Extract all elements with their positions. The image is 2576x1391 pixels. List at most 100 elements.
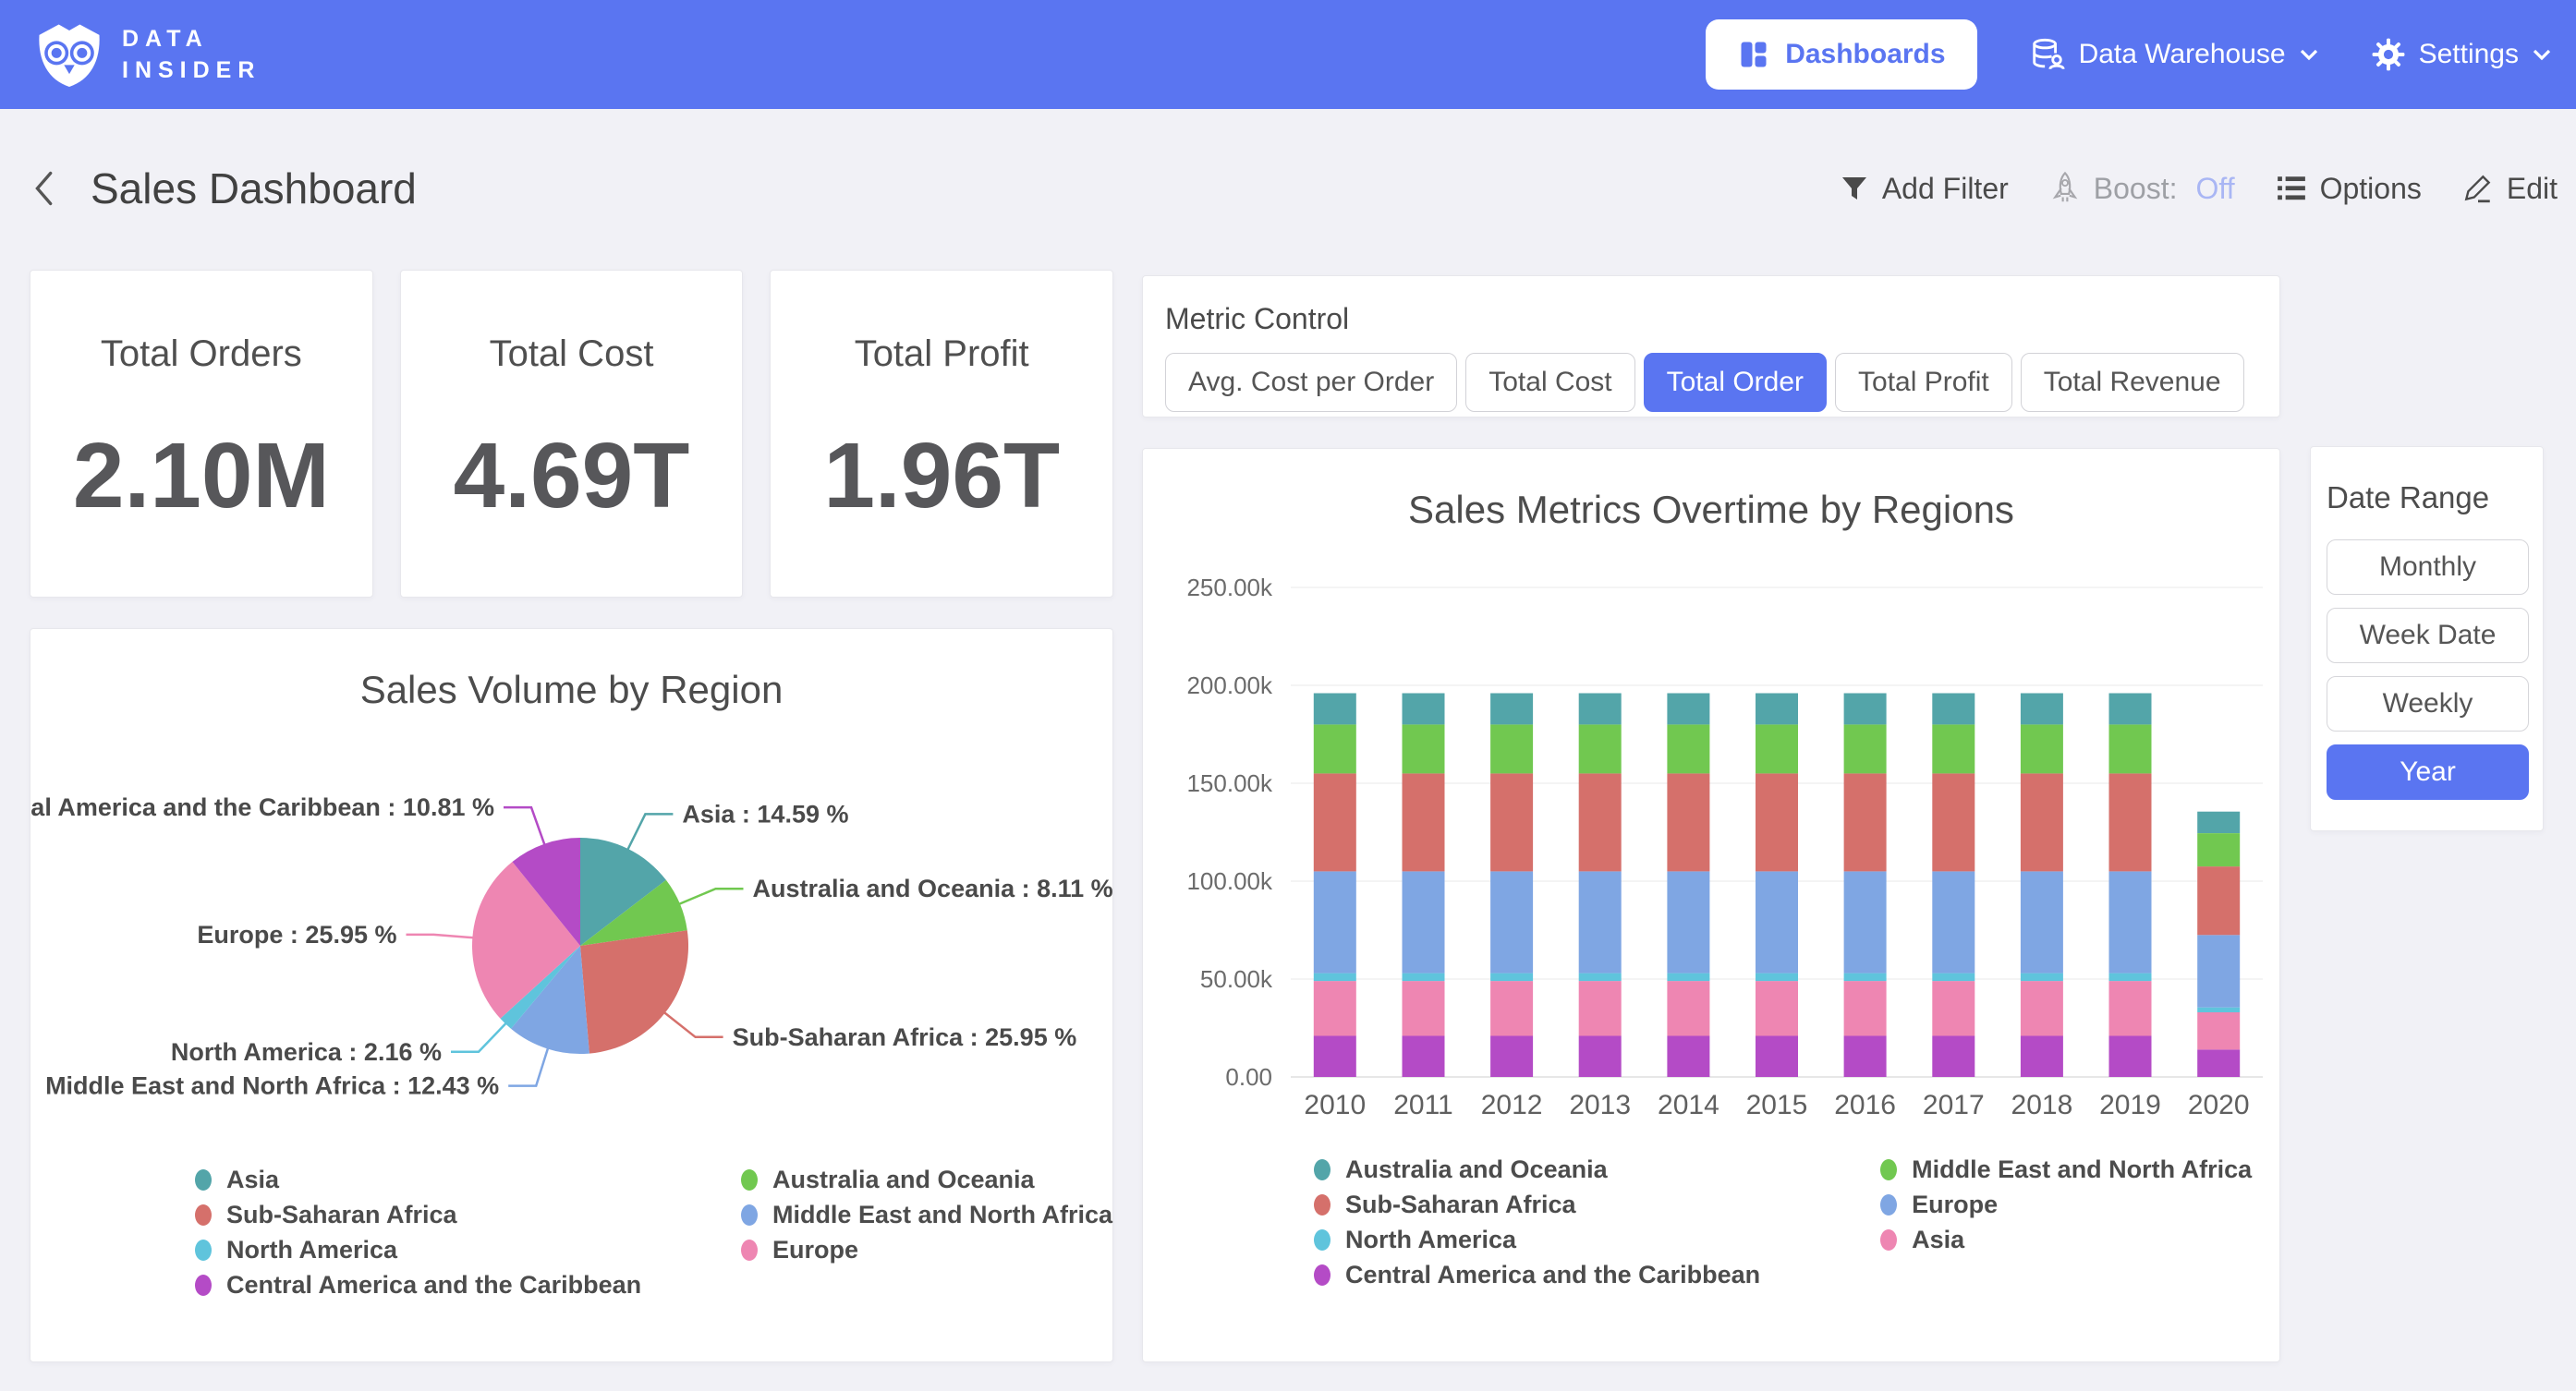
legend-item-central-america-and-the-caribbean[interactable]: Central America and the Caribbean — [195, 1267, 630, 1302]
metric-option-total-order[interactable]: Total Order — [1644, 353, 1827, 412]
legend-item-australia-and-oceania[interactable]: Australia and Oceania — [1314, 1152, 1760, 1187]
bar-segment-australia-and-oceania-2012[interactable] — [1490, 694, 1533, 725]
bar-segment-middle-east-and-north-africa-2016[interactable] — [1844, 724, 1887, 773]
bar-segment-europe-2011[interactable] — [1403, 871, 1445, 973]
bar-segment-asia-2014[interactable] — [1667, 981, 1709, 1035]
bar-segment-sub-saharan-africa-2014[interactable] — [1667, 773, 1709, 871]
bar-segment-europe-2020[interactable] — [2197, 935, 2240, 1007]
edit-button[interactable]: Edit — [2462, 172, 2558, 206]
bar-segment-middle-east-and-north-africa-2012[interactable] — [1490, 724, 1533, 773]
bar-segment-sub-saharan-africa-2018[interactable] — [2021, 773, 2063, 871]
bar-segment-middle-east-and-north-africa-2017[interactable] — [1932, 724, 1975, 773]
bar-segment-central-america-and-the-caribbean-2019[interactable] — [2109, 1036, 2152, 1078]
nav-settings-button[interactable]: Settings — [2371, 37, 2552, 72]
bar-segment-asia-2017[interactable] — [1932, 981, 1975, 1035]
legend-item-asia[interactable]: Asia — [195, 1162, 630, 1197]
bar-segment-north-america-2018[interactable] — [2021, 974, 2063, 982]
bar-segment-sub-saharan-africa-2017[interactable] — [1932, 773, 1975, 871]
bar-segment-australia-and-oceania-2013[interactable] — [1579, 694, 1622, 725]
bar-segment-north-america-2010[interactable] — [1314, 974, 1356, 982]
bar-segment-middle-east-and-north-africa-2010[interactable] — [1314, 724, 1356, 773]
legend-item-europe[interactable]: Europe — [1880, 1187, 2252, 1222]
bar-segment-europe-2018[interactable] — [2021, 871, 2063, 973]
bar-segment-asia-2016[interactable] — [1844, 981, 1887, 1035]
bar-segment-north-america-2015[interactable] — [1756, 974, 1798, 982]
options-button[interactable]: Options — [2276, 172, 2422, 206]
bar-segment-central-america-and-the-caribbean-2012[interactable] — [1490, 1036, 1533, 1078]
bar-segment-central-america-and-the-caribbean-2020[interactable] — [2197, 1049, 2240, 1077]
bar-segment-middle-east-and-north-africa-2014[interactable] — [1667, 724, 1709, 773]
legend-item-north-america[interactable]: North America — [195, 1232, 630, 1267]
bar-segment-australia-and-oceania-2020[interactable] — [2197, 812, 2240, 833]
date-range-option-week-date[interactable]: Week Date — [2327, 608, 2529, 663]
bar-segment-north-america-2016[interactable] — [1844, 974, 1887, 982]
legend-item-sub-saharan-africa[interactable]: Sub-Saharan Africa — [1314, 1187, 1760, 1222]
bar-segment-australia-and-oceania-2011[interactable] — [1403, 694, 1445, 725]
date-range-option-monthly[interactable]: Monthly — [2327, 539, 2529, 595]
bar-segment-europe-2014[interactable] — [1667, 871, 1709, 973]
bar-segment-australia-and-oceania-2014[interactable] — [1667, 694, 1709, 725]
bar-segment-australia-and-oceania-2015[interactable] — [1756, 694, 1798, 725]
bar-segment-australia-and-oceania-2016[interactable] — [1844, 694, 1887, 725]
bar-segment-sub-saharan-africa-2020[interactable] — [2197, 866, 2240, 935]
bar-segment-central-america-and-the-caribbean-2018[interactable] — [2021, 1036, 2063, 1078]
bar-segment-north-america-2013[interactable] — [1579, 974, 1622, 982]
bar-segment-north-america-2019[interactable] — [2109, 974, 2152, 982]
bar-segment-middle-east-and-north-africa-2019[interactable] — [2109, 724, 2152, 773]
add-filter-button[interactable]: Add Filter — [1840, 172, 2009, 206]
bar-segment-asia-2012[interactable] — [1490, 981, 1533, 1035]
bar-segment-central-america-and-the-caribbean-2010[interactable] — [1314, 1036, 1356, 1078]
bar-segment-north-america-2014[interactable] — [1667, 974, 1709, 982]
bar-segment-europe-2013[interactable] — [1579, 871, 1622, 973]
bar-segment-europe-2016[interactable] — [1844, 871, 1887, 973]
bar-segment-middle-east-and-north-africa-2011[interactable] — [1403, 724, 1445, 773]
metric-option-total-revenue[interactable]: Total Revenue — [2021, 353, 2244, 412]
metric-option-avg-cost-per-order[interactable]: Avg. Cost per Order — [1165, 353, 1457, 412]
bar-segment-asia-2019[interactable] — [2109, 981, 2152, 1035]
bar-segment-asia-2011[interactable] — [1403, 981, 1445, 1035]
pie-slice-sub-saharan-africa[interactable] — [580, 930, 688, 1053]
legend-item-north-america[interactable]: North America — [1314, 1222, 1760, 1257]
bar-segment-middle-east-and-north-africa-2013[interactable] — [1579, 724, 1622, 773]
legend-item-sub-saharan-africa[interactable]: Sub-Saharan Africa — [195, 1197, 630, 1232]
bar-segment-middle-east-and-north-africa-2015[interactable] — [1756, 724, 1798, 773]
bar-segment-australia-and-oceania-2017[interactable] — [1932, 694, 1975, 725]
bar-segment-sub-saharan-africa-2010[interactable] — [1314, 773, 1356, 871]
bar-segment-middle-east-and-north-africa-2020[interactable] — [2197, 833, 2240, 866]
bar-segment-europe-2015[interactable] — [1756, 871, 1798, 973]
bar-segment-europe-2017[interactable] — [1932, 871, 1975, 973]
legend-item-australia-and-oceania[interactable]: Australia and Oceania — [741, 1162, 1112, 1197]
back-button[interactable] — [28, 168, 59, 209]
bar-segment-sub-saharan-africa-2015[interactable] — [1756, 773, 1798, 871]
bar-segment-australia-and-oceania-2018[interactable] — [2021, 694, 2063, 725]
date-range-option-year[interactable]: Year — [2327, 744, 2529, 800]
bar-segment-central-america-and-the-caribbean-2011[interactable] — [1403, 1036, 1445, 1078]
bar-segment-central-america-and-the-caribbean-2016[interactable] — [1844, 1036, 1887, 1078]
bar-segment-sub-saharan-africa-2011[interactable] — [1403, 773, 1445, 871]
bar-segment-asia-2020[interactable] — [2197, 1012, 2240, 1049]
bar-segment-north-america-2017[interactable] — [1932, 974, 1975, 982]
bar-segment-europe-2010[interactable] — [1314, 871, 1356, 973]
bar-segment-sub-saharan-africa-2019[interactable] — [2109, 773, 2152, 871]
bar-segment-sub-saharan-africa-2012[interactable] — [1490, 773, 1533, 871]
bar-segment-middle-east-and-north-africa-2018[interactable] — [2021, 724, 2063, 773]
metric-option-total-profit[interactable]: Total Profit — [1835, 353, 2012, 412]
date-range-option-weekly[interactable]: Weekly — [2327, 676, 2529, 732]
legend-item-asia[interactable]: Asia — [1880, 1222, 2252, 1257]
bar-segment-asia-2010[interactable] — [1314, 981, 1356, 1035]
nav-dashboards-button[interactable]: Dashboards — [1706, 19, 1976, 90]
bar-segment-central-america-and-the-caribbean-2013[interactable] — [1579, 1036, 1622, 1078]
legend-item-central-america-and-the-caribbean[interactable]: Central America and the Caribbean — [1314, 1257, 1760, 1292]
bar-segment-sub-saharan-africa-2013[interactable] — [1579, 773, 1622, 871]
bar-segment-central-america-and-the-caribbean-2017[interactable] — [1932, 1036, 1975, 1078]
bar-segment-australia-and-oceania-2010[interactable] — [1314, 694, 1356, 725]
bar-segment-central-america-and-the-caribbean-2014[interactable] — [1667, 1036, 1709, 1078]
metric-option-total-cost[interactable]: Total Cost — [1465, 353, 1634, 412]
bar-segment-asia-2013[interactable] — [1579, 981, 1622, 1035]
bar-segment-asia-2018[interactable] — [2021, 981, 2063, 1035]
bar-segment-north-america-2011[interactable] — [1403, 974, 1445, 982]
nav-data-warehouse-button[interactable]: Data Warehouse — [2029, 36, 2319, 73]
bar-segment-asia-2015[interactable] — [1756, 981, 1798, 1035]
legend-item-middle-east-and-north-africa[interactable]: Middle East and North Africa — [1880, 1152, 2252, 1187]
bar-segment-europe-2019[interactable] — [2109, 871, 2152, 973]
